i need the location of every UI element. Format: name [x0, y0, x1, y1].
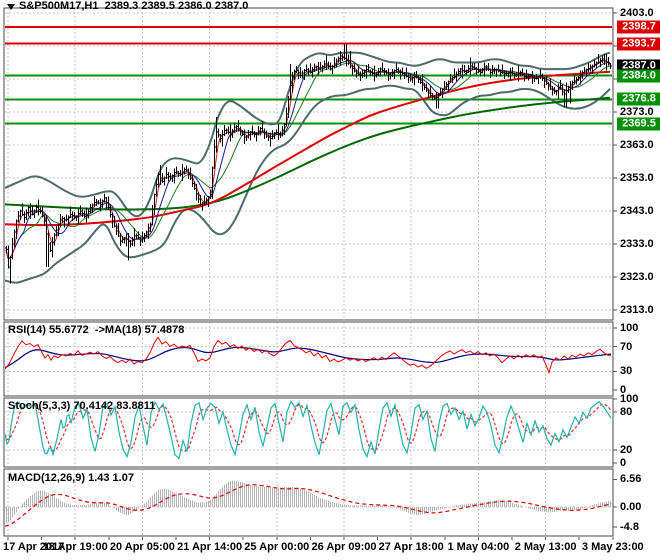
price-axis-label: 2403.0: [620, 6, 654, 19]
time-axis-label: 20 Apr 05:00: [109, 541, 175, 553]
time-axis-label: 3 May 23:00: [581, 541, 644, 553]
price-tag-2393.7: 2393.7: [617, 37, 660, 51]
macd-axis-label: 0.00: [620, 501, 642, 513]
price-tag-2398.7: 2398.7: [617, 20, 660, 34]
rsi-axis-label: 70: [620, 340, 633, 353]
time-axis-label: 18 Apr 19:00: [42, 541, 108, 553]
ohlc-values-label: 2389.3 2389.5 2386.0 2387.0: [104, 0, 249, 12]
time-axis-label: 1 May 04:00: [447, 541, 510, 553]
macd-indicator-label: MACD(12,26,9) 1.43 1.07: [8, 472, 134, 484]
stoch-axis-label: 80: [620, 405, 633, 418]
stoch-axis-label: 100: [620, 393, 639, 405]
price-tag-2369.5: 2369.5: [617, 117, 660, 131]
stoch-axis-label: 0: [620, 457, 627, 469]
price-axis-label: 2343.0: [620, 205, 654, 218]
chart-window: S&P500M17,H1 2389.3 2389.5 2386.0 2387.0…: [0, 0, 660, 560]
price-axis-label: 2323.0: [620, 271, 654, 284]
stoch-indicator-label: Stoch(5,3,3) 70.4142 83.8811: [8, 400, 156, 412]
price-axis-label: 2313.0: [620, 304, 654, 317]
time-axis-label: 21 Apr 14:00: [177, 541, 243, 553]
time-axis-label: 26 Apr 09:00: [311, 541, 377, 553]
price-axis-label: 2333.0: [620, 238, 654, 251]
time-axis-label: 2 May 13:00: [514, 541, 577, 553]
symbol-period-label: S&P500M17,H1: [19, 0, 99, 12]
time-axis-label: 25 Apr 00:00: [244, 541, 310, 553]
stoch-axis-label: 20: [620, 444, 633, 457]
macd-axis-label: 6.56: [620, 473, 642, 486]
rsi-indicator-label: RSI(14) 55.6772 ->MA(18) 57.4878: [8, 324, 185, 336]
price-axis-label: 2353.0: [620, 172, 654, 185]
rsi-axis-label: 100: [620, 322, 639, 334]
time-axis-label: 27 Apr 18:00: [378, 541, 444, 553]
chart-title: S&P500M17,H1 2389.3 2389.5 2386.0 2387.0: [19, 0, 248, 12]
rsi-axis-label: 30: [620, 365, 633, 378]
price-tag-2384.0: 2384.0: [617, 69, 660, 83]
macd-axis-label: -4.8: [620, 521, 639, 534]
price-chart-panel-frame: [3, 7, 614, 321]
price-axis-label: 2363.0: [620, 139, 654, 152]
symbol-dropdown-icon[interactable]: [7, 4, 15, 10]
price-tag-2376.8: 2376.8: [617, 92, 660, 106]
